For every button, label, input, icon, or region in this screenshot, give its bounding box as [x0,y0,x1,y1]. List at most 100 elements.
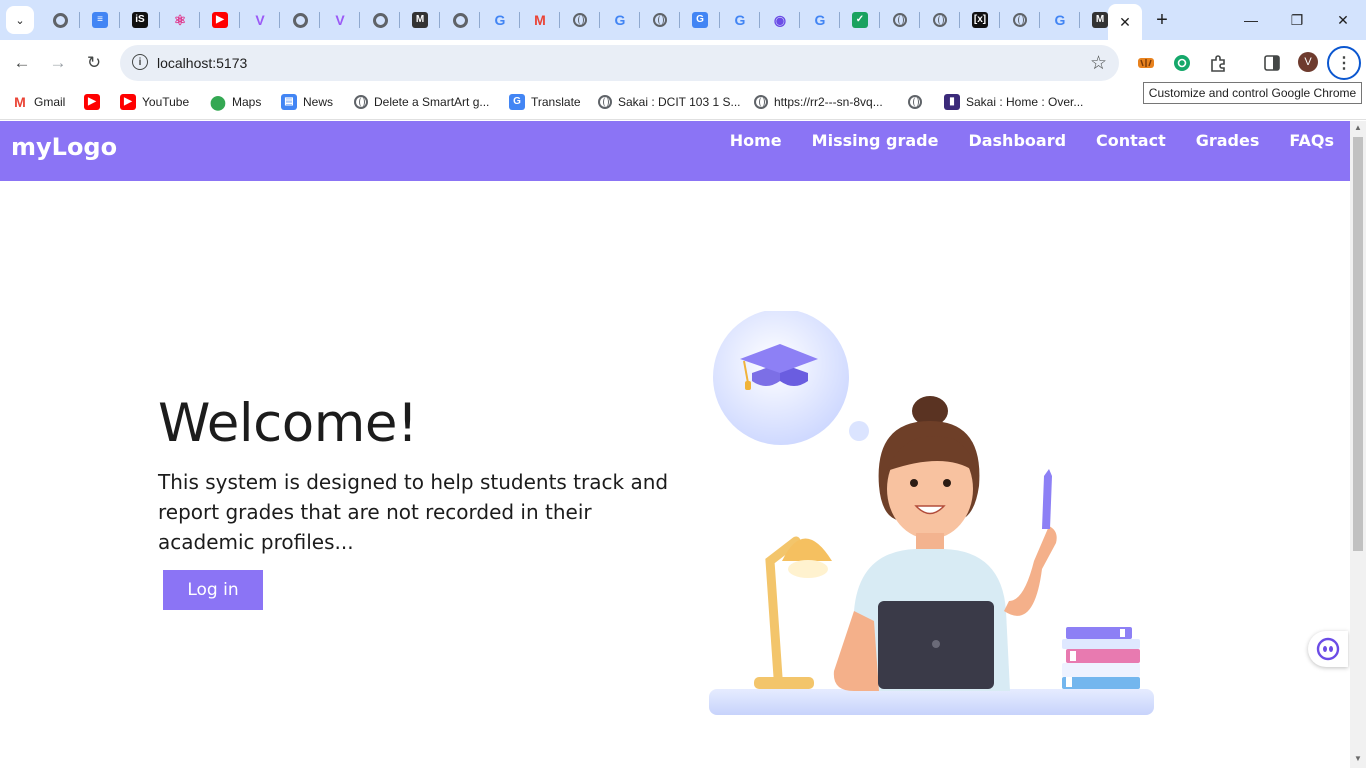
pinned-tab[interactable] [560,0,600,40]
is-icon: iS [132,12,148,28]
bookmark-item[interactable]: ▶ [84,91,100,113]
forward-button[interactable]: → [45,50,71,76]
globe-icon [893,13,907,27]
profile-avatar[interactable]: V [1298,52,1318,72]
bookmark-label: Translate [531,95,581,109]
address-bar[interactable]: i localhost:5173 ☆ [120,45,1119,81]
bookmark-star-icon[interactable]: ☆ [1090,52,1107,75]
scroll-up-arrow[interactable]: ▲ [1353,123,1363,135]
nav-link-grades[interactable]: Grades [1196,131,1260,150]
bot-icon [1316,637,1340,661]
pinned-tab[interactable]: M [400,0,440,40]
close-icon[interactable]: ✕ [1119,14,1131,31]
pinned-tab[interactable] [1000,0,1040,40]
globe-icon [573,13,587,27]
globe-icon [354,95,368,109]
pinned-tab[interactable]: G [600,0,640,40]
pinned-tab[interactable]: [x] [960,0,1000,40]
maps-icon: ⬤ [210,94,226,110]
nav-link-contact[interactable]: Contact [1096,131,1166,150]
pinned-tab[interactable]: M [520,0,560,40]
restore-button[interactable]: ❐ [1274,0,1320,40]
active-tab[interactable]: ✕ [1108,4,1142,40]
globe-icon [653,13,667,27]
nav-link-dashboard[interactable]: Dashboard [968,131,1066,150]
extension-grammarly-icon[interactable] [1172,53,1192,73]
bookmark-item[interactable] [908,91,922,113]
pinned-tab[interactable] [360,0,400,40]
bookmark-item[interactable]: G Translate [509,91,581,113]
youtube-icon: ▶ [212,12,228,28]
new-tab-button[interactable]: + [1150,8,1174,32]
bookmark-item[interactable]: https://rr2---sn-8vq... [754,91,883,113]
pinned-tab[interactable]: G [680,0,720,40]
pinned-tab[interactable] [280,0,320,40]
bookmark-item[interactable]: M Gmail [12,91,65,113]
vite-icon: V [335,12,345,28]
pinned-tab[interactable] [920,0,960,40]
scroll-down-arrow[interactable]: ▼ [1353,754,1363,766]
site-logo[interactable]: myLogo [11,133,117,161]
tooltip: Customize and control Google Chrome [1143,82,1362,104]
pinned-tab[interactable] [40,0,80,40]
login-button[interactable]: Log in [163,570,263,610]
chrome-icon [52,12,68,28]
pinned-tab[interactable]: G [480,0,520,40]
extensions-puzzle-icon[interactable] [1208,53,1228,73]
pinned-tab[interactable]: ≡ [80,0,120,40]
pinned-tab[interactable]: ▶ [200,0,240,40]
google-icon: G [494,12,506,28]
site-info-icon[interactable]: i [132,54,148,70]
pinned-tab[interactable] [640,0,680,40]
bookmark-item[interactable]: ⬤ Maps [210,91,261,113]
bookmark-item[interactable]: ▶ YouTube [120,91,189,113]
globe-icon [598,95,612,109]
chat-assistant-button[interactable] [1308,631,1348,667]
minimize-button[interactable]: — [1228,0,1274,40]
extension-tiger-icon[interactable] [1136,53,1156,73]
url-text[interactable]: localhost:5173 [157,55,247,71]
close-window-button[interactable]: ✕ [1320,0,1366,40]
globe-icon [1013,13,1027,27]
pinned-tab[interactable]: ⚛ [160,0,200,40]
pinned-tab[interactable] [880,0,920,40]
hero-description: This system is designed to help students… [158,470,669,554]
book-stack [1062,627,1140,689]
nav-link-missing-grade[interactable]: Missing grade [812,131,939,150]
bookmark-item[interactable]: ▮ Sakai : Home : Over... [944,91,1083,113]
nav-link-home[interactable]: Home [730,131,782,150]
back-button[interactable]: ← [9,50,35,76]
page-scrollbar[interactable]: ▲ ▼ [1350,121,1366,768]
pinned-tab[interactable]: G [720,0,760,40]
pinned-tab[interactable]: V [240,0,280,40]
gmail-icon: M [14,94,26,110]
globe-icon [754,95,768,109]
tab-search-button[interactable]: ⌄ [6,6,34,34]
bookmark-label: Maps [232,95,262,109]
chevron-down-icon: ⌄ [15,14,25,27]
laptop [878,601,994,689]
chrome-menu-button[interactable]: ⋮ [1327,46,1361,80]
pinned-tab[interactable]: ◉ [760,0,800,40]
side-panel-icon[interactable] [1262,53,1282,73]
reload-button[interactable]: ↻ [81,50,107,76]
bookmark-item[interactable]: Delete a SmartArt g... [354,91,489,113]
docs-icon: ≡ [92,12,108,28]
page-viewport: myLogo Home Missing grade Dashboard Contact… [0,121,1366,768]
pinned-tab[interactable]: iS [120,0,160,40]
bookmark-label: Delete a SmartArt g... [374,95,490,109]
pinned-tab[interactable]: G [1040,0,1080,40]
nav-link-faqs[interactable]: FAQs [1289,131,1334,150]
bookmark-label: Sakai : DCIT 103 1 S... [618,95,741,109]
student-illustration [709,311,1154,715]
pinned-tab[interactable]: V [320,0,360,40]
google-icon: G [614,12,626,28]
pinned-tab[interactable]: ✓ [840,0,880,40]
bookmark-item[interactable]: ▤ News [281,91,333,113]
pinned-tabs: ≡ iS ⚛ ▶ V V M G M G G G ◉ G ✓ [x] G M [40,0,1120,40]
bookmark-label: YouTube [142,95,190,109]
pinned-tab[interactable]: G [800,0,840,40]
bookmark-item[interactable]: Sakai : DCIT 103 1 S... [598,91,741,113]
pinned-tab[interactable] [440,0,480,40]
scroll-thumb[interactable] [1353,137,1363,551]
